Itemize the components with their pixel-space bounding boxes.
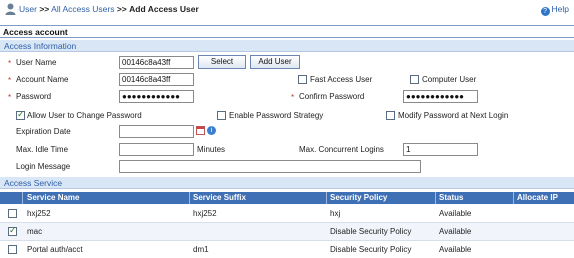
fast-access-user-label: Fast Access User: [310, 75, 373, 84]
help-link[interactable]: ? Help: [540, 4, 569, 16]
top-bar: User >> All Access Users >> Add Access U…: [0, 0, 574, 19]
max-idle-time-label: Max. Idle Time: [16, 145, 69, 154]
account-name-label: Account Name: [8, 75, 69, 85]
calendar-icon[interactable]: [196, 126, 205, 135]
status-cell: Available: [439, 227, 472, 236]
table-row[interactable]: hxj252 hxj252 hxj Available: [0, 205, 574, 223]
status-cell: Available: [439, 209, 472, 218]
modify-password-next-login-checkbox[interactable]: [386, 111, 395, 120]
login-message-label: Login Message: [16, 162, 71, 171]
breadcrumb-separator: >>: [116, 4, 127, 14]
breadcrumb-separator: >>: [39, 4, 50, 14]
allow-change-password-label: Allow User to Change Password: [27, 111, 142, 120]
enable-password-strategy-label: Enable Password Strategy: [229, 111, 324, 120]
modify-password-next-login-label: Modify Password at Next Login: [398, 111, 509, 120]
max-concurrent-logins-input[interactable]: 1: [403, 143, 478, 156]
section-access-information: Access Information: [0, 40, 574, 52]
table-row[interactable]: Portal auth/acct dm1 Disable Security Po…: [0, 241, 574, 258]
row-idle-concurrent: Max. Idle Time Minutes Max. Concurrent L…: [0, 143, 574, 158]
info-icon[interactable]: i: [207, 126, 216, 135]
column-divider: [326, 192, 327, 204]
row-user-name: User Name 00146c8a43ff Select Add User: [0, 55, 574, 71]
column-security-policy[interactable]: Security Policy: [330, 193, 387, 202]
column-allocate-ip[interactable]: Allocate IP: [517, 193, 558, 202]
row-password: Password ●●●●●●●●●●●● Confirm Password ●…: [0, 90, 574, 105]
row-login-message: Login Message: [0, 160, 574, 175]
column-divider: [435, 192, 436, 204]
max-concurrent-logins-label: Max. Concurrent Logins: [299, 145, 384, 154]
section-title: Access Information: [4, 41, 77, 51]
user-name-input[interactable]: 00146c8a43ff: [119, 56, 194, 69]
user-name-label: User Name: [8, 58, 57, 68]
status-cell: Available: [439, 245, 472, 254]
service-name-cell: mac: [27, 227, 43, 236]
security-policy-cell: hxj: [330, 209, 341, 218]
row-password-options: Allow User to Change Password Enable Pas…: [0, 109, 574, 124]
breadcrumb-current: Add Access User: [129, 4, 199, 14]
login-message-input[interactable]: [119, 160, 421, 173]
breadcrumb: User >> All Access Users >> Add Access U…: [19, 4, 199, 14]
table-header: Service Name Service Suffix Security Pol…: [0, 192, 574, 204]
column-service-name[interactable]: Service Name: [27, 193, 79, 202]
column-service-suffix[interactable]: Service Suffix: [193, 193, 246, 202]
account-name-input[interactable]: 00146c8a43ff: [119, 73, 194, 86]
help-icon: ?: [540, 7, 550, 16]
row-expiration-date: Expiration Date i: [0, 125, 574, 140]
enable-password-strategy-checkbox[interactable]: [217, 111, 226, 120]
max-idle-time-unit: Minutes: [197, 145, 226, 154]
password-input[interactable]: ●●●●●●●●●●●●: [119, 90, 194, 103]
column-divider: [22, 192, 23, 204]
table-row[interactable]: mac Disable Security Policy Available: [0, 223, 574, 241]
fast-access-user-checkbox[interactable]: [298, 75, 307, 84]
confirm-password-input[interactable]: ●●●●●●●●●●●●: [403, 90, 478, 103]
computer-user-label: Computer User: [422, 75, 477, 84]
service-suffix-cell: dm1: [193, 245, 209, 254]
breadcrumb-user[interactable]: User: [19, 4, 37, 14]
row-checkbox[interactable]: [8, 245, 17, 254]
computer-user-checkbox[interactable]: [410, 75, 419, 84]
allow-change-password-checkbox[interactable]: [16, 109, 25, 120]
max-idle-time-input[interactable]: [119, 143, 194, 156]
password-label: Password: [8, 92, 51, 102]
row-checkbox[interactable]: [8, 225, 17, 236]
confirm-password-label: Confirm Password: [291, 92, 364, 102]
row-account-name: Account Name 00146c8a43ff Fast Access Us…: [0, 73, 574, 88]
service-name-cell: hxj252: [27, 209, 51, 218]
user-icon: [5, 3, 16, 15]
security-policy-cell: Disable Security Policy: [330, 245, 412, 254]
service-suffix-cell: hxj252: [193, 209, 217, 218]
help-label: Help: [551, 4, 569, 14]
panel-title: Access account: [3, 27, 68, 37]
expiration-date-label: Expiration Date: [16, 127, 71, 136]
column-divider: [513, 192, 514, 204]
add-user-button[interactable]: Add User: [250, 55, 300, 69]
section-title: Access Service: [4, 178, 63, 188]
service-name-cell: Portal auth/acct: [27, 245, 83, 254]
security-policy-cell: Disable Security Policy: [330, 227, 412, 236]
column-divider: [189, 192, 190, 204]
column-status[interactable]: Status: [439, 193, 463, 202]
expiration-date-input[interactable]: [119, 125, 194, 138]
row-checkbox[interactable]: [8, 209, 17, 218]
breadcrumb-all-access-users[interactable]: All Access Users: [51, 4, 114, 14]
section-access-service: Access Service: [0, 177, 574, 189]
select-button[interactable]: Select: [198, 55, 246, 69]
panel-title-bar: Access account: [0, 25, 574, 38]
